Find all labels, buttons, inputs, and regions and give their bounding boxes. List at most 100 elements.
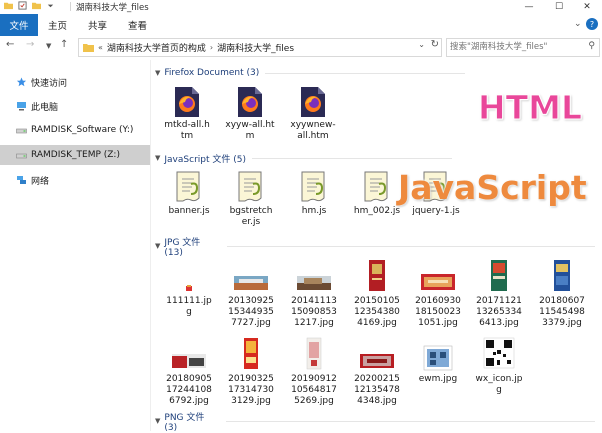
collapse-chevron-icon[interactable]: ▼ xyxy=(155,69,160,77)
file-item[interactable]: ewm.jpg xyxy=(408,336,468,385)
file-name: 20200215 12135478 4348.jpg xyxy=(354,374,400,406)
sidebar-item-ramdisk-temp[interactable]: RAMDISK_TEMP (Z:) xyxy=(0,145,150,165)
file-item[interactable]: 20190912 10564817 5269.jpg xyxy=(284,336,344,407)
group-divider xyxy=(225,420,595,422)
collapse-chevron-icon[interactable]: ▼ xyxy=(155,154,160,162)
image-thumbnail-icon xyxy=(172,354,206,368)
file-name: 20160930 18150023 1051.jpg xyxy=(415,296,461,328)
file-item[interactable]: 20180905 17244108 6792.jpg xyxy=(159,336,219,407)
window-title: 湖南科技大学_files xyxy=(76,3,149,13)
navigation-bar: ← → ▼ ↑ « 湖南科技大学首页的构成 › 湖南科技大学_files ⌄ ↻… xyxy=(0,36,602,58)
file-item[interactable]: 20190325 17314730 3129.jpg xyxy=(221,336,281,407)
file-name: 20180905 17244108 6792.jpg xyxy=(166,374,212,406)
file-item[interactable]: xyyw-all.ht m xyxy=(220,86,280,142)
breadcrumb-current[interactable]: 湖南科技大学_files xyxy=(217,41,294,54)
title-bar: 湖南科技大学_files — ☐ ✕ xyxy=(0,0,602,14)
minimize-button[interactable]: — xyxy=(514,0,544,14)
breadcrumb-parent[interactable]: 湖南科技大学首页的构成 xyxy=(107,41,206,54)
new-folder-icon[interactable] xyxy=(32,1,41,10)
image-thumbnail-icon xyxy=(554,260,570,291)
search-icon: ⚲ xyxy=(588,41,595,51)
group-header-javascript[interactable]: ▼ JavaScript 文件 (5) xyxy=(155,151,595,165)
maximize-button[interactable]: ☐ xyxy=(544,0,574,14)
file-item[interactable]: 20180607 11545498 3379.jpg xyxy=(532,258,592,329)
group-divider xyxy=(251,157,452,159)
file-item[interactable]: 20130925 15344935 7727.jpg xyxy=(221,258,281,329)
file-item[interactable]: 20150105 12354380 4169.jpg xyxy=(347,258,407,329)
image-thumbnail-icon xyxy=(234,276,268,290)
search-box[interactable]: ⚲ xyxy=(446,38,600,57)
address-bar[interactable]: « 湖南科技大学首页的构成 › 湖南科技大学_files ⌄ ↻ xyxy=(78,38,442,57)
file-name: jquery-1.js xyxy=(412,206,460,216)
breadcrumb-overflow[interactable]: « xyxy=(98,43,103,52)
file-item[interactable]: banner.js xyxy=(159,170,219,217)
file-name: 20171121 13265334 6413.jpg xyxy=(476,296,522,328)
refresh-icon[interactable]: ↻ xyxy=(431,39,439,50)
file-name: wx_icon.jp g xyxy=(475,374,523,395)
computer-icon xyxy=(17,102,26,111)
firefox-document-icon xyxy=(238,87,262,117)
group-divider xyxy=(227,245,595,247)
javascript-file-icon xyxy=(176,171,200,202)
ribbon: 文件 主页 共享 查看 ⌄ ? xyxy=(0,14,602,37)
tab-home[interactable]: 主页 xyxy=(48,14,67,36)
up-arrow-icon[interactable]: ↑ xyxy=(60,39,68,50)
sidebar-item-quick-access[interactable]: 快速访问 xyxy=(0,72,150,92)
file-name: 20190912 10564817 5269.jpg xyxy=(291,374,337,406)
javascript-file-icon xyxy=(238,171,262,202)
file-name: bgstretch er.js xyxy=(229,206,273,227)
address-dropdown-icon[interactable]: ⌄ xyxy=(418,40,425,49)
file-item[interactable]: mtkd-all.h tm xyxy=(157,86,217,142)
image-thumbnail-icon xyxy=(423,345,453,371)
folder-icon xyxy=(83,44,94,52)
file-item[interactable]: hm.js xyxy=(284,170,344,217)
file-item[interactable]: bgstretch er.js xyxy=(221,170,281,228)
sidebar-item-this-pc[interactable]: 此电脑 xyxy=(0,96,150,116)
image-thumbnail-icon xyxy=(297,276,331,290)
javascript-file-icon xyxy=(364,171,388,202)
overlay-html-label: HTML xyxy=(478,88,583,128)
file-item[interactable]: wx_icon.jp g xyxy=(469,336,529,396)
navigation-pane: 快速访问 此电脑 RAMDISK_Software (Y:) RAMDISK_T… xyxy=(0,60,151,431)
help-icon[interactable]: ? xyxy=(586,18,598,30)
file-name: 20190325 17314730 3129.jpg xyxy=(228,374,274,406)
title-separator xyxy=(70,2,71,11)
group-header-firefox[interactable]: ▼ Firefox Document (3) xyxy=(155,66,595,80)
tab-file[interactable]: 文件 xyxy=(0,14,38,36)
drive-icon xyxy=(16,153,27,159)
quick-access-toolbar xyxy=(4,1,55,10)
group-header-jpg[interactable]: ▼ JPG 文件 (13) xyxy=(155,238,595,258)
breadcrumb-separator-icon: › xyxy=(209,43,214,52)
collapse-chevron-icon[interactable]: ▼ xyxy=(155,242,160,250)
file-item[interactable]: xyywnew- all.htm xyxy=(283,86,343,142)
file-name: 20141113 15090853 1217.jpg xyxy=(291,296,337,328)
recent-locations-icon[interactable]: ▼ xyxy=(46,42,51,50)
file-name: 20150105 12354380 4169.jpg xyxy=(354,296,400,328)
sidebar-item-network[interactable]: 网络 xyxy=(0,170,150,190)
drive-icon xyxy=(16,128,27,134)
group-header-png[interactable]: ▼ PNG 文件 (3) xyxy=(155,413,595,433)
star-icon xyxy=(16,77,27,87)
image-thumbnail-icon xyxy=(491,260,507,291)
forward-arrow-icon[interactable]: → xyxy=(26,39,34,50)
image-thumbnail-icon xyxy=(360,354,394,368)
back-arrow-icon[interactable]: ← xyxy=(6,39,14,50)
customize-dropdown-icon[interactable] xyxy=(46,1,55,10)
sidebar-item-ramdisk-software[interactable]: RAMDISK_Software (Y:) xyxy=(0,120,150,140)
tab-view[interactable]: 查看 xyxy=(128,14,147,36)
file-name: 20180607 11545498 3379.jpg xyxy=(539,296,585,328)
collapse-chevron-icon[interactable]: ▼ xyxy=(155,417,160,425)
search-input[interactable] xyxy=(450,39,580,54)
file-name: hm.js xyxy=(301,206,327,216)
file-item[interactable]: 20141113 15090853 1217.jpg xyxy=(284,258,344,329)
image-thumbnail-icon xyxy=(421,274,455,290)
file-item[interactable]: 20171121 13265334 6413.jpg xyxy=(469,258,529,329)
close-button[interactable]: ✕ xyxy=(572,0,602,14)
tab-share[interactable]: 共享 xyxy=(88,14,107,36)
expand-ribbon-icon[interactable]: ⌄ xyxy=(574,19,582,29)
properties-icon[interactable] xyxy=(18,1,27,10)
file-item[interactable]: 111111.jp g xyxy=(159,258,219,318)
qr-code-icon xyxy=(483,337,515,369)
file-item[interactable]: 20160930 18150023 1051.jpg xyxy=(408,258,468,329)
file-item[interactable]: 20200215 12135478 4348.jpg xyxy=(347,336,407,407)
